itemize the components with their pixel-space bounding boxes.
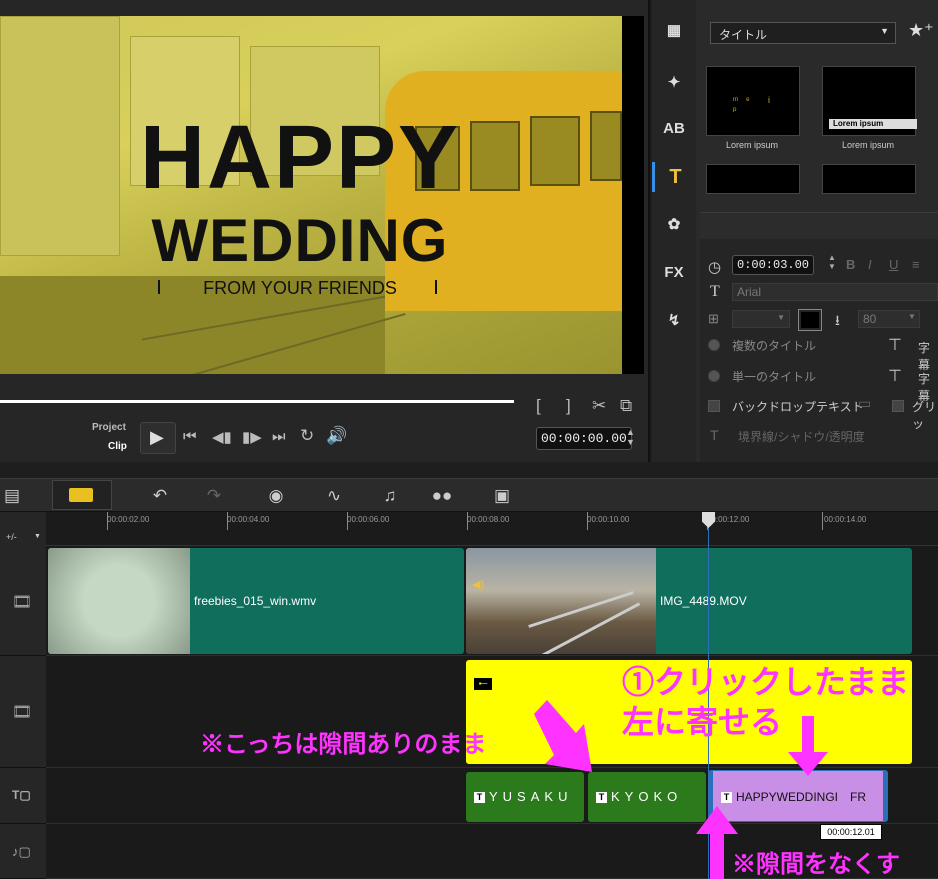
- arrow-down-right-shape: [534, 700, 592, 772]
- video-editor-window: HAPPY WEDDING FROM YOUR FRIENDS [ ] ✂ ⧉ …: [0, 0, 938, 879]
- arrow-down-shape: [788, 716, 828, 776]
- annotation-arrows: [534, 700, 828, 879]
- arrow-up-shape: [696, 806, 738, 879]
